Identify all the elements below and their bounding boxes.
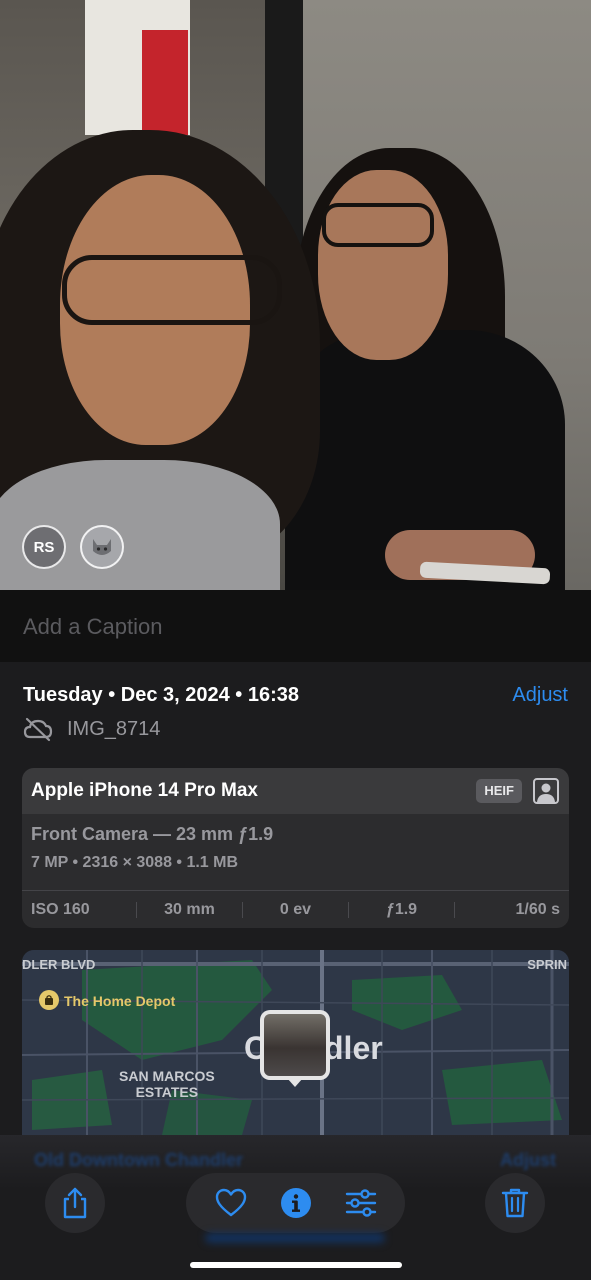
adjust-date-button[interactable]: Adjust	[512, 684, 568, 707]
file-row: IMG_8714	[23, 716, 160, 742]
exif-focal-length: 30 mm	[164, 901, 215, 918]
cat-face-icon	[93, 539, 111, 555]
image-specs: 7 MP • 2316 × 3088 • 1.1 MB	[31, 854, 239, 871]
caption-field[interactable]: Add a Caption	[23, 614, 162, 640]
info-icon	[280, 1188, 311, 1218]
photo-person-right-face	[318, 170, 448, 360]
map-poi-label: The Home Depot	[64, 993, 176, 1009]
map-photo-pin[interactable]	[260, 1010, 330, 1087]
toolbar-center-group	[186, 1173, 405, 1233]
photo-sign-red	[142, 30, 188, 135]
location-map[interactable]: DLER BLVD SPRIN The Home Depot SAN MARCO…	[22, 950, 569, 1135]
map-neighborhood-line2: ESTATES	[135, 1084, 199, 1100]
exif-aperture: ƒ1.9	[385, 901, 418, 918]
photo-view[interactable]	[0, 0, 591, 590]
portrait-mode-icon	[533, 778, 559, 804]
home-indicator[interactable]	[190, 1262, 402, 1268]
exif-shutter-speed: 1/60 s	[515, 901, 560, 918]
map-road-label: DLER BLVD	[22, 957, 96, 972]
delete-button[interactable]	[485, 1173, 545, 1233]
map-neighborhood-line1: SAN MARCOS	[119, 1068, 215, 1084]
person-chip-pet[interactable]	[80, 525, 124, 569]
adjust-location-button[interactable]: Adjust	[500, 1150, 556, 1171]
adjust-sliders-icon	[345, 1189, 376, 1217]
shopping-bag-icon	[39, 990, 59, 1010]
location-title[interactable]: Old Downtown Chandler	[34, 1150, 243, 1171]
photo-date: Tuesday • Dec 3, 2024 • 16:38	[23, 684, 300, 706]
person-initials: RS	[33, 538, 55, 556]
favorite-button[interactable]	[214, 1186, 248, 1220]
toolbar-glow	[205, 1233, 385, 1243]
exif-exposure-value: 0 ev	[279, 901, 312, 918]
device-name: Apple iPhone 14 Pro Max	[31, 780, 258, 801]
photo-glasses-right	[322, 203, 434, 247]
person-chip-rs[interactable]: RS	[22, 525, 66, 569]
info-button[interactable]	[279, 1186, 313, 1220]
camera-info-card: Apple iPhone 14 Pro Max HEIF Front Camer…	[22, 768, 569, 928]
trash-icon	[501, 1188, 529, 1218]
share-icon	[63, 1187, 87, 1219]
heart-icon	[215, 1188, 246, 1217]
cloud-off-icon	[23, 717, 53, 742]
lens-info: Front Camera — 23 mm ƒ1.9	[31, 824, 274, 844]
map-photo-thumbnail	[264, 1014, 326, 1076]
exif-iso: ISO 160	[31, 901, 90, 918]
map-neighborhood-label: SAN MARCOS ESTATES	[119, 1068, 215, 1100]
map-pin-tail	[287, 1078, 303, 1087]
edit-button[interactable]	[344, 1186, 378, 1220]
format-badge: HEIF	[476, 779, 522, 803]
photo-glasses-left	[62, 255, 282, 325]
exif-divider	[22, 890, 569, 891]
exif-row: ISO 160 30 mm 0 ev ƒ1.9 1/60 s	[22, 892, 569, 928]
share-button[interactable]	[45, 1173, 105, 1233]
map-road-label: SPRIN	[527, 957, 567, 972]
file-name: IMG_8714	[67, 717, 161, 740]
